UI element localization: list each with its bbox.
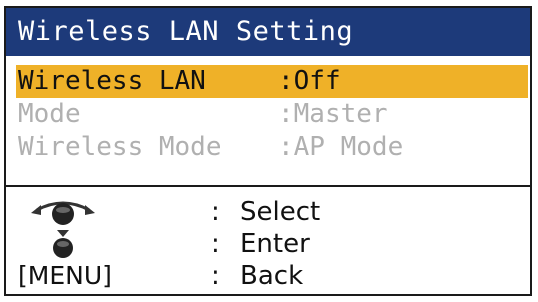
menu-item-wireless-lan[interactable]: Wireless LAN :Off: [16, 65, 528, 98]
help-action: Back: [240, 261, 304, 291]
help-row-back: [MENU] : Back: [6, 260, 530, 292]
help-action: Select: [240, 197, 321, 227]
menu-item-label: Mode: [18, 99, 81, 129]
help-colon: :: [211, 261, 220, 291]
menu-key-label: [MENU]: [18, 261, 112, 290]
help-row-select: : Select: [6, 196, 530, 228]
menu-item-mode: Mode :Master: [16, 98, 530, 131]
help-action: Enter: [240, 229, 310, 259]
rotary-knob-rotate-icon: [18, 196, 108, 228]
rotary-knob-push-icon: [18, 228, 108, 260]
menu-item-value: :AP Mode: [278, 132, 404, 162]
menu-item-wireless-mode: Wireless Mode :AP Mode: [16, 131, 530, 164]
menu-item-label: Wireless LAN: [18, 66, 206, 96]
menu-item-value: :Master: [278, 99, 388, 129]
menu-item-value: :Off: [278, 66, 341, 96]
panel-title: Wireless LAN Setting: [6, 8, 530, 56]
help-row-enter: : Enter: [6, 228, 530, 260]
help-colon: :: [211, 229, 220, 259]
help-colon: :: [211, 197, 220, 227]
settings-panel: Wireless LAN Setting Wireless LAN :Off M…: [4, 6, 532, 296]
divider: [6, 185, 530, 187]
menu-item-label: Wireless Mode: [18, 132, 222, 162]
